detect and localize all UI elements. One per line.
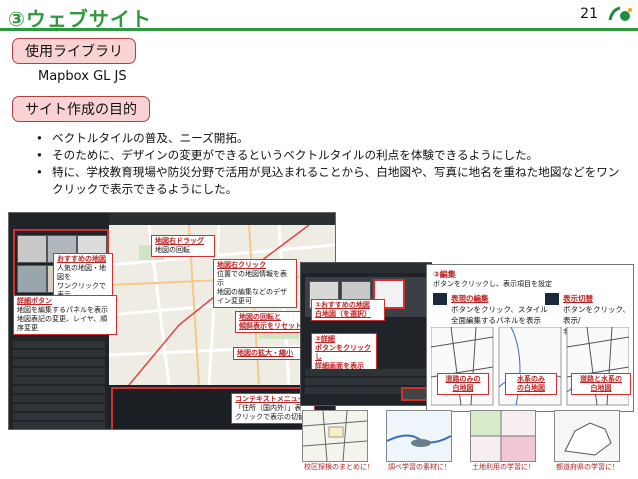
display-edit-box: 表現の編集 ボタンをクリック、スタイル 全面編集するパネルを表示 <box>451 294 548 325</box>
white-map-samples <box>431 327 629 406</box>
example-tile-prefecture <box>554 410 620 462</box>
logo-icon <box>608 6 632 21</box>
callout-detail: 詳細ボタン 地図を編集するパネルを表示 地図表記の変更、レイヤ、順序変更 <box>13 295 117 335</box>
example-tiles: 校区探検のまとめに！ 調べ学習の素材に！ 土地利用の学習に！ 都道府県の学習に！ <box>302 410 634 474</box>
library-name: Mapbox GL JS <box>38 69 127 84</box>
callout-rotate-reset: 地図の回転と 傾斜表示をリセット <box>235 311 309 333</box>
edit-style-icon[interactable] <box>433 293 447 305</box>
website-screenshot-main: おすすめの地図 人気の地図・地図を ワンクリックで表示 詳細ボタン 地図を編集す… <box>8 212 336 430</box>
bullet-item: ベクトルタイルの普及、ニーズ開拓。 <box>34 130 624 147</box>
bullet-item: 特に、学校教育現場や防災分野で活用が見込まれることから、白地図や、写真に地名を重… <box>34 164 624 198</box>
label-roads-only: 道路のみの 白地図 <box>437 373 489 395</box>
example-tile-school <box>302 410 368 462</box>
purpose-heading: サイト作成の目的 <box>12 96 150 122</box>
edit-panel-screenshot: ③編集 ボタンをクリックし、表示項目を設定 表現の編集 ボタンをクリック、スタイ… <box>426 264 634 412</box>
label-roads-water: 道路と水系の 白地図 <box>571 373 631 395</box>
layer-list <box>13 339 105 429</box>
callout-step-1: ①おすすめの地図 白地図（を選択） <box>311 299 385 321</box>
purpose-list: ベクトルタイルの普及、ニーズ開拓。 そのために、デザインの変更ができるというベク… <box>34 130 624 198</box>
website-screenshot-steps: ①おすすめの地図 白地図（を選択） ②詳細 ボタンをクリックし 詳細画面を表示 <box>300 262 432 406</box>
callout-right-drag: 地図右ドラッグ 地図の回転 <box>151 235 215 257</box>
caption-school: 校区探検のまとめに！ <box>304 463 374 471</box>
example-tile-landuse <box>470 410 536 462</box>
map-thumbnail[interactable] <box>17 235 47 263</box>
edit-description: ボタンをクリックし、表示項目を設定 <box>433 280 552 288</box>
callout-zoom: 地図の拡大・縮小 <box>233 347 309 360</box>
bullet-item: そのために、デザインの変更ができるというベクトルタイルの利点を体験できるようにし… <box>34 147 624 164</box>
eye-icon[interactable] <box>545 293 559 305</box>
library-heading: 使用ライブラリ <box>12 38 136 64</box>
caption-prefecture: 都道府県の学習に！ <box>556 463 619 471</box>
example-tile-research <box>386 410 452 462</box>
detail-button[interactable] <box>401 387 429 401</box>
caption-landuse: 土地利用の学習に！ <box>472 463 535 471</box>
page-number: 21 <box>580 6 598 22</box>
caption-research: 調べ学習の素材に！ <box>388 463 451 471</box>
title-underline <box>0 28 638 31</box>
label-water-only: 水系のみ の白地図 <box>505 373 557 395</box>
callout-right-click: 地図右クリック 位置での地図情報を表示 地図の編集などのデザイン変更可 <box>213 259 297 308</box>
map-thumbnail[interactable] <box>17 265 47 293</box>
